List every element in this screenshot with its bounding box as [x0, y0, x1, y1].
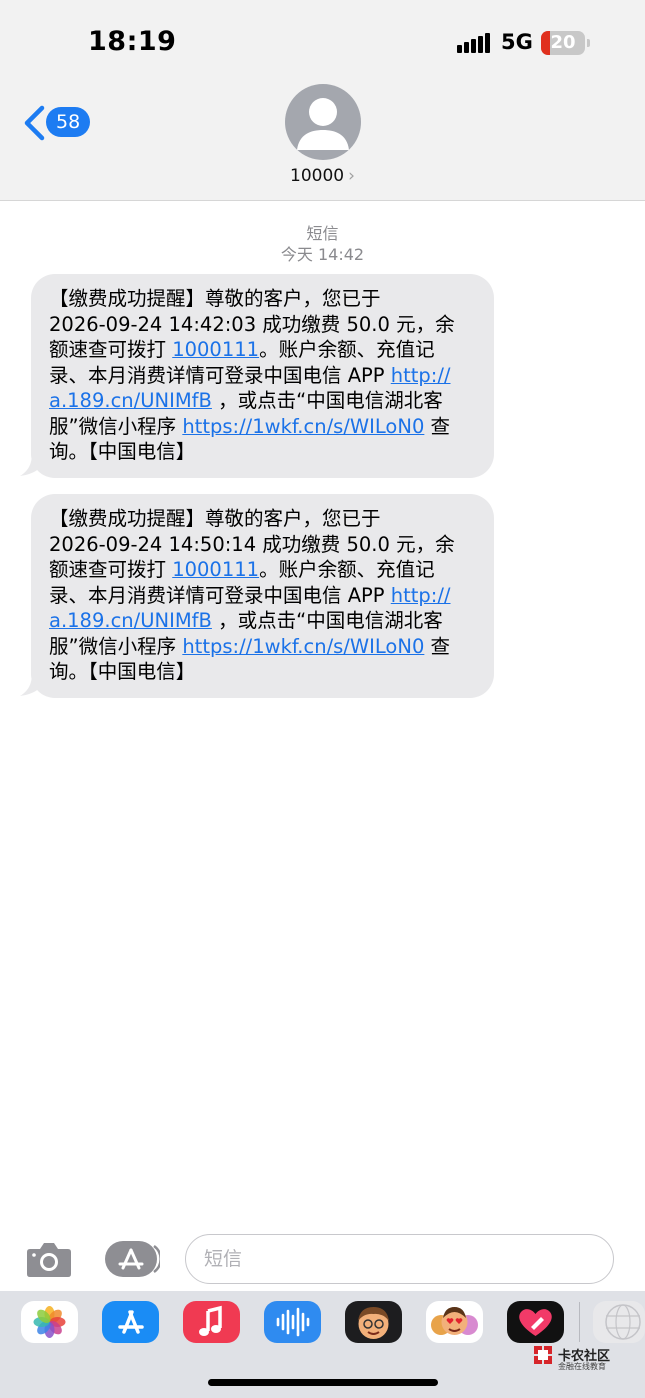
message-line: a.189.cn/UNIMfB ，或点击“中国电信湖北客	[49, 608, 480, 634]
message-line: 额速查可拨打 1000111。账户余额、充值记	[49, 557, 480, 583]
digital-touch-app-button[interactable]	[507, 1301, 564, 1343]
message-link[interactable]: https://1wkf.cn/s/WILoN0	[182, 415, 424, 438]
message-text: ，或点击“中国电信湖北客	[211, 609, 443, 632]
watermark-subtitle: 金融在线教育	[558, 1362, 606, 1371]
message-line: a.189.cn/UNIMfB ，或点击“中国电信湖北客	[49, 388, 480, 414]
app-store-icon	[105, 1241, 162, 1277]
memoji-stickers-icon	[431, 1307, 478, 1335]
memoji-icon	[358, 1307, 389, 1339]
status-time: 18:19	[88, 26, 177, 57]
message-text: 。账户余额、充值记	[259, 338, 435, 361]
message-line: 录、本月消费详情可登录中国电信 APP http://	[49, 363, 480, 389]
unread-count-badge: 58	[46, 107, 91, 137]
message-line: 服”微信小程序 https://1wkf.cn/s/WILoN0 查	[49, 414, 480, 440]
message-text: 额速查可拨打	[49, 338, 173, 361]
music-app-button[interactable]	[183, 1301, 240, 1343]
message-line: 询。【中国电信】	[49, 439, 480, 465]
app-store-app-button[interactable]	[102, 1301, 159, 1343]
message-line: 【缴费成功提醒】尊敬的客户，您已于	[49, 506, 480, 532]
music-icon	[199, 1305, 222, 1336]
camera-button[interactable]	[26, 1240, 72, 1278]
message-text: 【缴费成功提醒】尊敬的客户，您已于	[49, 507, 381, 530]
message-text: 2026-09-24 14:42:03 成功缴费 50.0 元，余	[49, 312, 455, 336]
battery-tip	[587, 39, 590, 47]
contact-name[interactable]: 10000 ›	[0, 166, 645, 186]
message-text: 询。【中国电信】	[49, 440, 196, 463]
sms-input[interactable]	[185, 1234, 614, 1284]
message-text: 额速查可拨打	[49, 558, 173, 581]
person-icon	[297, 98, 349, 150]
message-line: 询。【中国电信】	[49, 659, 480, 685]
chevron-right-icon: ›	[348, 166, 355, 186]
photos-icon	[33, 1306, 66, 1338]
message-bubble[interactable]: 【缴费成功提醒】尊敬的客户，您已于 2026-09-24 14:42:03 成功缴…	[31, 274, 494, 478]
app-store-icon	[118, 1310, 144, 1334]
message-text: 查	[424, 414, 451, 438]
message-timestamp: 今天 14:42	[280, 245, 365, 264]
message-text: 。账户余额、充值记	[259, 558, 435, 581]
digital-touch-icon	[519, 1309, 552, 1336]
message-text: 2026-09-24 14:50:14 成功缴费 50.0 元，余	[49, 532, 455, 556]
message-text: 服”微信小程序	[49, 414, 183, 438]
message-link[interactable]: 1000111	[172, 558, 259, 581]
watermark-emblem-icon	[534, 1346, 552, 1364]
memoji-app-button[interactable]	[345, 1301, 402, 1343]
message-link[interactable]: a.189.cn/UNIMfB	[49, 609, 212, 632]
message-line: 【缴费成功提醒】尊敬的客户，您已于	[49, 286, 480, 312]
message-link[interactable]: http://	[391, 364, 451, 387]
message-line: 2026-09-24 14:42:03 成功缴费 50.0 元，余	[49, 312, 480, 338]
message-text: 录、本月消费详情可登录中国电信 APP	[49, 363, 391, 387]
message-link[interactable]: 1000111	[172, 338, 259, 361]
audio-message-icon	[276, 1307, 310, 1337]
camera-icon	[27, 1243, 71, 1277]
watermark-logo: 卡农社区 金融在线教育	[531, 1343, 611, 1373]
message-text: 服”微信小程序	[49, 634, 183, 658]
network-type: 5G	[501, 30, 533, 54]
cellular-signal-icon	[457, 33, 491, 53]
message-line: 2026-09-24 14:50:14 成功缴费 50.0 元，余	[49, 532, 480, 558]
photos-app-button[interactable]	[21, 1301, 78, 1343]
home-indicator[interactable]	[208, 1379, 438, 1386]
message-text: 录、本月消费详情可登录中国电信 APP	[49, 583, 391, 607]
back-button[interactable]: 58	[22, 104, 92, 144]
message-link[interactable]: https://1wkf.cn/s/WILoN0	[182, 635, 424, 658]
memoji-stickers-app-button[interactable]	[426, 1301, 483, 1343]
apps-button[interactable]	[104, 1240, 162, 1278]
contact-number: 10000	[290, 166, 345, 186]
battery-icon: 20	[541, 31, 585, 55]
message-link[interactable]: a.189.cn/UNIMfB	[49, 389, 212, 412]
message-line: 额速查可拨打 1000111。账户余额、充值记	[49, 337, 480, 363]
battery-percent: 20	[550, 32, 576, 53]
message-text: ，或点击“中国电信湖北客	[211, 389, 443, 412]
message-text: 【缴费成功提醒】尊敬的客户，您已于	[49, 287, 381, 310]
message-line: 服”微信小程序 https://1wkf.cn/s/WILoN0 查	[49, 634, 480, 660]
more-apps-icon	[605, 1304, 641, 1340]
message-bubble[interactable]: 【缴费成功提醒】尊敬的客户，您已于 2026-09-24 14:50:14 成功缴…	[31, 494, 494, 698]
message-line: 录、本月消费详情可登录中国电信 APP http://	[49, 583, 480, 609]
tray-divider	[579, 1302, 580, 1342]
message-text: 询。【中国电信】	[49, 660, 196, 683]
chevron-left-icon	[24, 105, 45, 141]
audio-message-app-button[interactable]	[264, 1301, 321, 1343]
message-text: 查	[424, 634, 451, 658]
contact-avatar[interactable]	[285, 84, 361, 160]
more-apps-button[interactable]	[593, 1301, 645, 1343]
message-link[interactable]: http://	[391, 584, 451, 607]
